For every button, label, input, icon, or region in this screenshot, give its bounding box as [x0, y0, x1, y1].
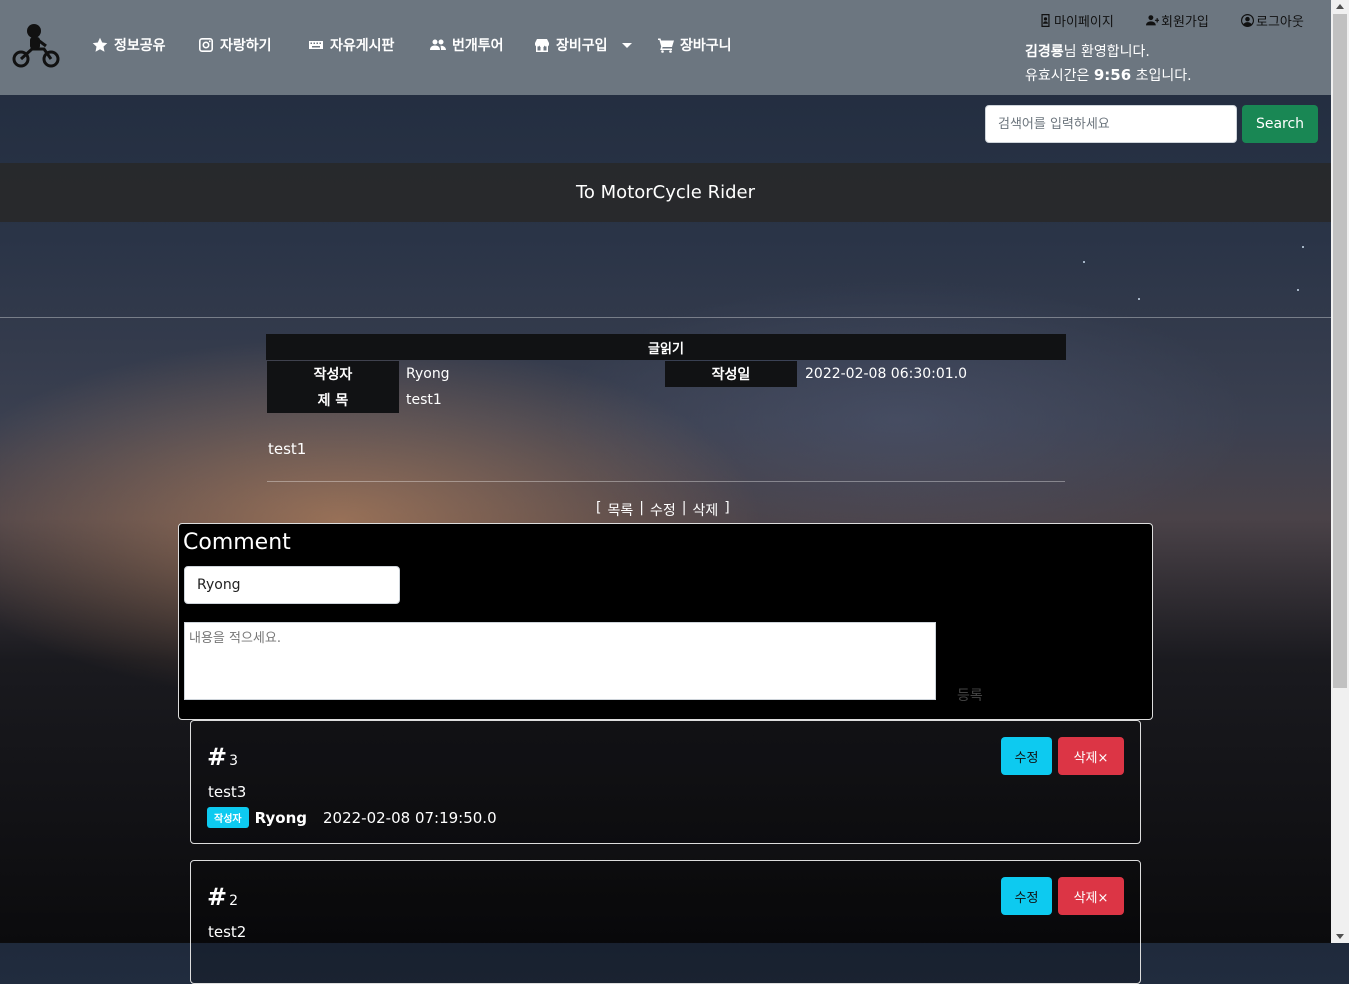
comment-form: Comment 등록	[178, 523, 1153, 720]
comment-title: Comment	[183, 530, 291, 555]
nav-item-label: 정보공유	[114, 38, 166, 54]
logout-label: 로그아웃	[1256, 15, 1304, 30]
chevron-down-icon	[621, 42, 632, 48]
session-time: 9:56	[1093, 66, 1132, 84]
star-icon	[92, 37, 108, 52]
star-decoration	[1297, 289, 1299, 291]
welcome-suffix: 님 환영합니다.	[1063, 44, 1150, 60]
writer-label: 작성자	[267, 361, 399, 387]
mypage-label: 마이페이지	[1054, 15, 1114, 30]
post-table: 글읽기 작성자 Ryong 작성일 2022-02-08 06:30:01.0 …	[266, 334, 1066, 413]
nav-item-gear-shop[interactable]: 장비구입	[534, 34, 632, 56]
nav-item-label: 장바구니	[680, 38, 732, 54]
comment-content: test2	[208, 923, 247, 941]
comment-author: Ryong	[254, 808, 307, 827]
welcome-message: 김경룡님 환영합니다.	[1025, 41, 1150, 61]
separator: |	[681, 500, 687, 516]
nav-item-label: 장비구입	[556, 38, 608, 54]
comment-number-value: 2	[229, 893, 239, 909]
user-name: 김경룡	[1025, 44, 1064, 60]
separator: |	[639, 500, 644, 516]
hash-symbol: #	[207, 883, 228, 911]
session-prefix: 유효시간은	[1025, 68, 1094, 84]
comment-content-input[interactable]	[184, 622, 936, 700]
signup-link[interactable]: 회원가입	[1146, 11, 1209, 30]
comment-writer-input[interactable]	[184, 566, 400, 604]
comment-date: 2022-02-08 07:19:50.0	[323, 808, 497, 827]
top-navbar: 정보공유 자랑하기 자유게시판 번개투어 장비구입 장바구니 마이페이지 회원가…	[0, 0, 1331, 95]
bracket-open: [	[596, 500, 602, 516]
comment-number-value: 3	[229, 753, 239, 769]
instagram-icon	[199, 38, 213, 52]
subject-label: 제 목	[267, 387, 399, 413]
delete-link[interactable]: 삭제	[692, 500, 718, 520]
keyboard-icon	[309, 41, 323, 49]
comment-content: test3	[208, 783, 247, 801]
scroll-thumb[interactable]	[1333, 14, 1347, 688]
person-badge-icon	[1041, 14, 1050, 27]
people-icon	[430, 39, 446, 50]
comment-number: #3	[207, 743, 238, 771]
nav-item-label: 자랑하기	[220, 38, 272, 54]
site-banner: To MotorCycle Rider	[0, 163, 1331, 222]
subject-value: test1	[406, 392, 442, 408]
writer-value: Ryong	[406, 366, 450, 382]
comment-card: #3 test3 작성자 Ryong 2022-02-08 07:19:50.0…	[190, 720, 1141, 844]
shop-icon	[535, 39, 549, 52]
edit-link[interactable]: 수정	[650, 500, 676, 520]
bracket-close: ]	[724, 500, 730, 516]
divider	[0, 317, 1331, 318]
motorcycle-logo-icon[interactable]	[12, 22, 60, 68]
person-plus-icon	[1146, 15, 1159, 26]
comment-card: #2 test2 수정 삭제×	[190, 860, 1141, 984]
nav-item-tour[interactable]: 번개투어	[430, 34, 504, 56]
author-badge: 작성자	[207, 807, 249, 828]
nav-item-show-off[interactable]: 자랑하기	[198, 34, 272, 56]
hash-symbol: #	[207, 743, 228, 771]
mypage-link[interactable]: 마이페이지	[1039, 11, 1114, 30]
post-actions: [ 목록 | 수정 | 삭제 ]	[596, 500, 730, 520]
comment-number: #2	[207, 883, 238, 911]
session-timer: 유효시간은 9:56 초입니다.	[1025, 65, 1192, 85]
signup-label: 회원가입	[1161, 15, 1209, 30]
cart-icon	[658, 38, 674, 53]
person-circle-icon	[1241, 14, 1254, 27]
comment-delete-button[interactable]: 삭제×	[1058, 737, 1124, 775]
scroll-down-arrow-icon[interactable]	[1336, 934, 1344, 939]
date-value: 2022-02-08 06:30:01.0	[805, 366, 968, 382]
nav-item-info[interactable]: 정보공유	[92, 34, 166, 56]
star-decoration	[1083, 261, 1085, 263]
nav-item-label: 번개투어	[452, 38, 504, 54]
nav-item-free-board[interactable]: 자유게시판	[308, 34, 394, 56]
logout-link[interactable]: 로그아웃	[1241, 11, 1304, 30]
session-suffix: 초입니다.	[1131, 68, 1192, 84]
comment-edit-button[interactable]: 수정	[1001, 737, 1052, 775]
post-header: 글읽기	[266, 334, 1066, 360]
search-button[interactable]: Search	[1242, 105, 1318, 143]
comment-submit-button[interactable]: 등록	[957, 685, 983, 705]
nav-item-cart[interactable]: 장바구니	[658, 34, 732, 56]
banner-title: To MotorCycle Rider	[575, 182, 755, 203]
nav-item-label: 자유게시판	[330, 38, 395, 54]
list-link[interactable]: 목록	[607, 500, 633, 520]
date-label: 작성일	[665, 361, 797, 387]
search-input[interactable]	[985, 105, 1237, 143]
comment-edit-button[interactable]: 수정	[1001, 877, 1052, 915]
page-scrollbar[interactable]	[1331, 0, 1349, 943]
star-decoration	[1138, 298, 1140, 300]
scroll-up-arrow-icon[interactable]	[1336, 4, 1344, 9]
post-body: test1	[268, 440, 307, 458]
divider	[267, 481, 1065, 482]
comment-delete-button[interactable]: 삭제×	[1058, 877, 1124, 915]
comment-meta: 작성자 Ryong 2022-02-08 07:19:50.0	[207, 807, 497, 828]
star-decoration	[1302, 246, 1304, 248]
